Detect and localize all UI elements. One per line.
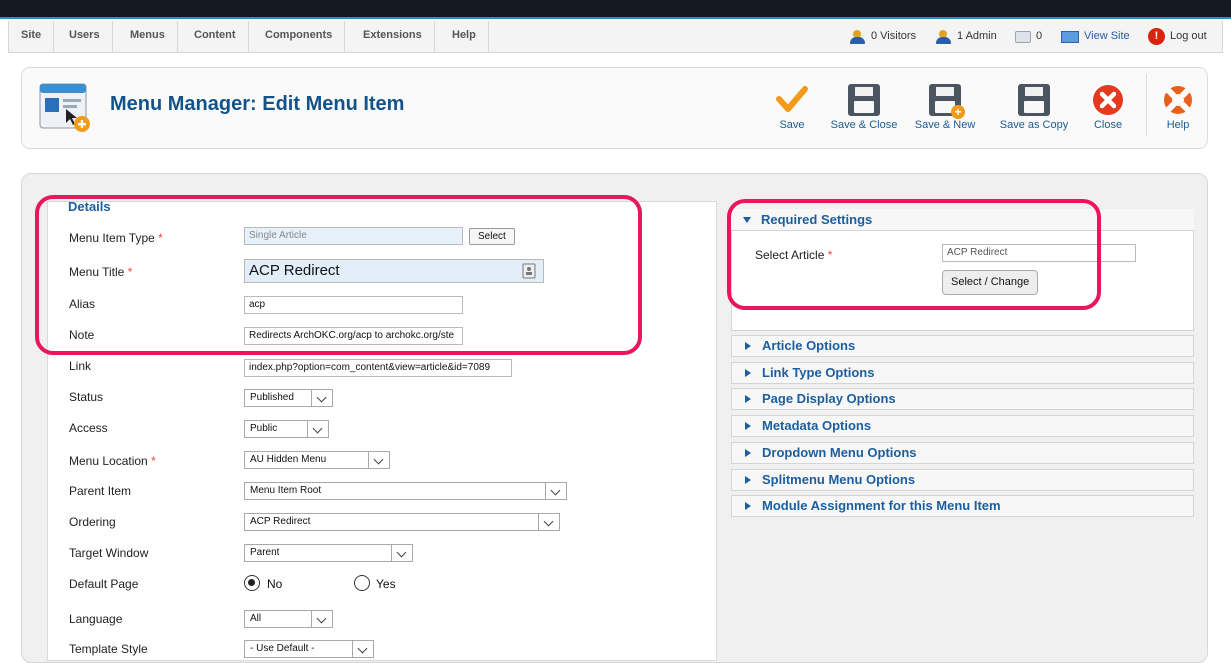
logout-link[interactable]: ! Log out xyxy=(1148,21,1207,52)
admin-status: 1 Admin xyxy=(936,21,997,52)
status-label: Status xyxy=(69,390,104,404)
chevron-down-icon xyxy=(311,390,332,406)
default-page-no-label: No xyxy=(267,577,283,591)
messages-icon xyxy=(1015,30,1031,43)
save-button[interactable]: Save xyxy=(772,76,812,136)
default-page-no-radio[interactable] xyxy=(244,575,260,591)
chevron-down-icon xyxy=(352,641,373,657)
lifebuoy-icon xyxy=(1164,86,1192,114)
toolbar-divider xyxy=(1146,74,1147,136)
default-page-label: Default Page xyxy=(69,577,139,591)
menu-extensions[interactable]: Extensions xyxy=(351,21,435,52)
save-close-button[interactable]: Save & Close xyxy=(828,76,900,136)
menu-manager-icon xyxy=(39,83,90,132)
menu-site[interactable]: Site xyxy=(9,21,55,52)
save-new-icon: + xyxy=(929,84,965,119)
triangle-right-icon xyxy=(745,342,751,350)
chevron-down-icon xyxy=(368,452,389,468)
menu-components[interactable]: Components xyxy=(253,21,346,52)
triangle-right-icon xyxy=(745,395,751,403)
target-window-select[interactable]: Parent xyxy=(244,544,413,562)
section-module-assignment[interactable]: Module Assignment for this Menu Item xyxy=(731,495,1194,517)
toolbar: Menu Manager: Edit Menu Item Save Save &… xyxy=(21,67,1208,149)
highlight-annotation-required xyxy=(727,199,1101,310)
chevron-down-icon xyxy=(311,611,332,627)
view-site-link[interactable]: View Site xyxy=(1061,21,1130,52)
triangle-right-icon xyxy=(745,369,751,377)
chevron-down-icon xyxy=(538,514,559,530)
link-label: Link xyxy=(69,359,92,373)
logout-icon: ! xyxy=(1148,28,1165,45)
save-new-button[interactable]: + Save & New xyxy=(913,76,977,136)
chevron-down-icon xyxy=(545,483,566,499)
close-icon xyxy=(1093,85,1123,115)
save-copy-button[interactable]: Save as Copy xyxy=(995,76,1073,136)
language-label: Language xyxy=(69,612,123,626)
messages-status[interactable]: 0 xyxy=(1015,21,1042,52)
access-select[interactable]: Public xyxy=(244,420,329,438)
target-window-label: Target Window xyxy=(69,546,149,560)
menu-help[interactable]: Help xyxy=(440,21,489,52)
link-input: index.php?option=com_content&view=articl… xyxy=(244,359,512,377)
default-page-yes-label: Yes xyxy=(376,577,396,591)
ordering-label: Ordering xyxy=(69,515,116,529)
menu-content[interactable]: Content xyxy=(182,21,249,52)
language-select[interactable]: All xyxy=(244,610,333,628)
section-link-type-options[interactable]: Link Type Options xyxy=(731,362,1194,384)
section-page-display-options[interactable]: Page Display Options xyxy=(731,388,1194,410)
section-metadata-options[interactable]: Metadata Options xyxy=(731,415,1194,437)
admin-user-icon xyxy=(936,29,952,44)
highlight-annotation-details xyxy=(35,195,642,355)
section-splitmenu-menu-options[interactable]: Splitmenu Menu Options xyxy=(731,469,1194,491)
triangle-right-icon xyxy=(745,476,751,484)
section-article-options[interactable]: Article Options xyxy=(731,335,1194,357)
menu-location-select[interactable]: AU Hidden Menu xyxy=(244,451,390,469)
section-dropdown-menu-options[interactable]: Dropdown Menu Options xyxy=(731,442,1194,464)
parent-item-label: Parent Item xyxy=(69,484,132,498)
checkmark-icon xyxy=(776,86,808,112)
menu-users[interactable]: Users xyxy=(57,21,113,52)
menu-location-label: Menu Location * xyxy=(69,454,156,468)
save-copy-icon xyxy=(1018,84,1050,116)
close-button[interactable]: Close xyxy=(1088,76,1128,136)
help-button[interactable]: Help xyxy=(1160,76,1196,136)
template-style-label: Template Style xyxy=(69,642,148,656)
save-close-icon xyxy=(848,84,880,116)
chevron-down-icon xyxy=(307,421,328,437)
triangle-right-icon xyxy=(745,502,751,510)
view-site-icon xyxy=(1061,30,1079,43)
ordering-select[interactable]: ACP Redirect xyxy=(244,513,560,531)
triangle-right-icon xyxy=(745,449,751,457)
menu-menus[interactable]: Menus xyxy=(118,21,178,52)
status-select[interactable]: Published xyxy=(244,389,333,407)
triangle-right-icon xyxy=(745,422,751,430)
page-title: Menu Manager: Edit Menu Item xyxy=(110,93,405,115)
access-label: Access xyxy=(69,421,108,435)
chevron-down-icon xyxy=(391,545,412,561)
top-bar xyxy=(0,0,1231,19)
admin-menu-bar: Site Users Menus Content Components Exte… xyxy=(8,21,1223,53)
visitors-status: 0 Visitors xyxy=(850,21,916,52)
default-page-yes-radio[interactable] xyxy=(354,575,370,591)
template-style-select[interactable]: - Use Default - xyxy=(244,640,374,658)
parent-item-select[interactable]: Menu Item Root xyxy=(244,482,567,500)
visitors-icon xyxy=(850,29,866,44)
